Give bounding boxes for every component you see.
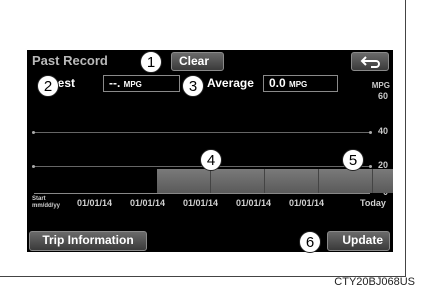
x-today-label: Today — [360, 198, 386, 208]
x-start-label: Start mm/dd/yy — [32, 196, 60, 210]
callout-3: 3 — [182, 75, 204, 97]
figure-caption: CTY20BJ068US — [334, 276, 415, 288]
x-date-label: 01/01/14 — [183, 198, 219, 208]
average-value-field: 0.0 MPG — [263, 75, 338, 92]
y-tick-60: 60 — [377, 91, 388, 101]
callout-2: 2 — [37, 75, 59, 97]
chart-bar — [373, 169, 393, 193]
chart-bar — [157, 169, 211, 193]
gridline-40 — [32, 131, 372, 134]
x-date-label: 01/01/14 — [130, 198, 166, 208]
clear-button[interactable]: Clear — [171, 52, 224, 71]
trip-information-button[interactable]: Trip Information — [29, 231, 147, 251]
average-unit: MPG — [289, 80, 308, 89]
update-button[interactable]: Update — [327, 231, 390, 251]
start-text: Start — [32, 196, 46, 202]
callout-5: 5 — [342, 149, 364, 171]
back-button[interactable] — [351, 52, 389, 71]
chart-bar — [319, 169, 373, 193]
callout-6: 6 — [299, 231, 321, 253]
back-arrow-icon — [360, 56, 380, 68]
chart-baseline — [34, 193, 370, 194]
callout-1: 1 — [140, 51, 162, 73]
average-label: Average — [207, 76, 254, 90]
page-title: Past Record — [32, 53, 108, 68]
x-date-label: 01/01/14 — [236, 198, 272, 208]
callout-4: 4 — [200, 149, 222, 171]
x-date-label: 01/01/14 — [77, 198, 113, 208]
best-value-field: --. MPG — [103, 75, 180, 92]
date-format-text: mm/dd/yy — [32, 203, 61, 209]
best-value: --. — [109, 76, 121, 90]
average-value: 0.0 — [269, 76, 286, 90]
best-unit: MPG — [123, 80, 142, 89]
chart-bar — [211, 169, 265, 193]
y-axis-unit: MPG — [371, 81, 390, 90]
chart-bar — [265, 169, 319, 193]
y-tick-40: 40 — [377, 126, 388, 136]
x-date-label: 01/01/14 — [289, 198, 325, 208]
